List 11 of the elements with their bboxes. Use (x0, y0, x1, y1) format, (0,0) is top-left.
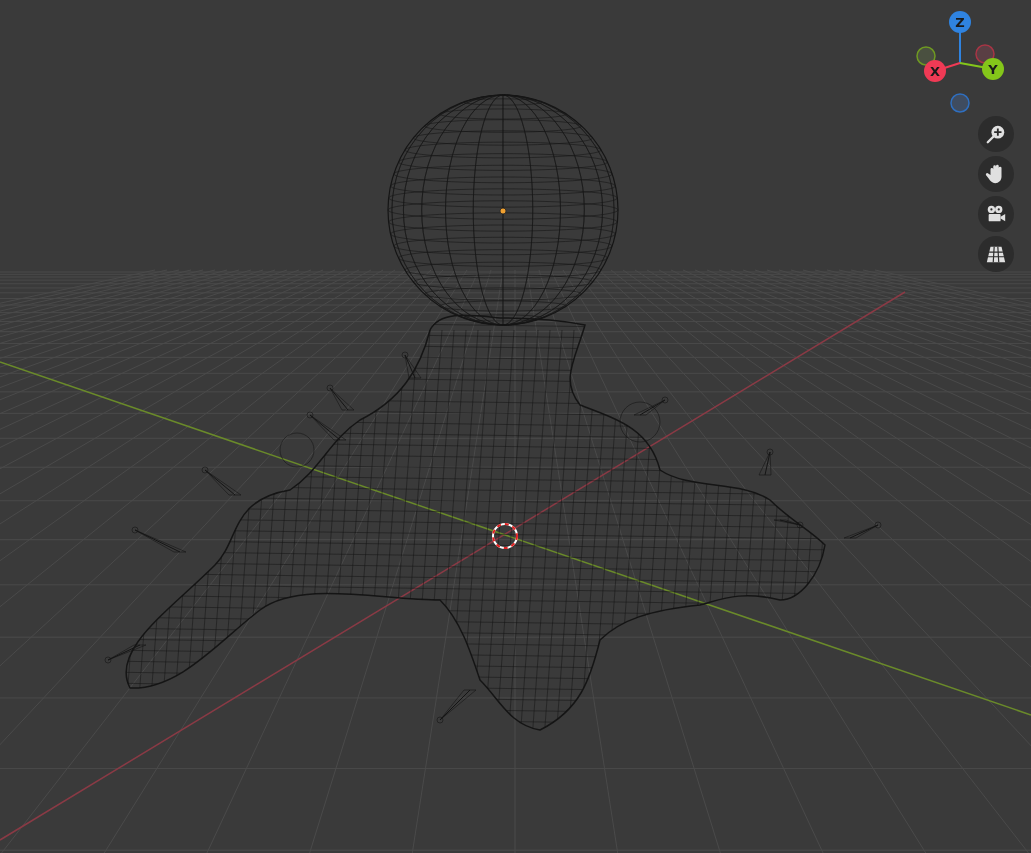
axis-button[interactable]: X (924, 60, 946, 82)
3d-cursor-icon (492, 523, 518, 549)
pan-view-button[interactable] (978, 156, 1014, 192)
grid-view-button[interactable] (978, 236, 1014, 272)
zoom-icon (985, 123, 1007, 145)
zoom-view-button[interactable] (978, 116, 1014, 152)
origin-dot-icon (499, 207, 507, 215)
camera-view-button[interactable] (978, 196, 1014, 232)
axis-button[interactable]: Y (982, 58, 1004, 80)
axis-button[interactable]: Z (949, 11, 971, 33)
negative-z-axis-handle[interactable] (950, 93, 970, 113)
